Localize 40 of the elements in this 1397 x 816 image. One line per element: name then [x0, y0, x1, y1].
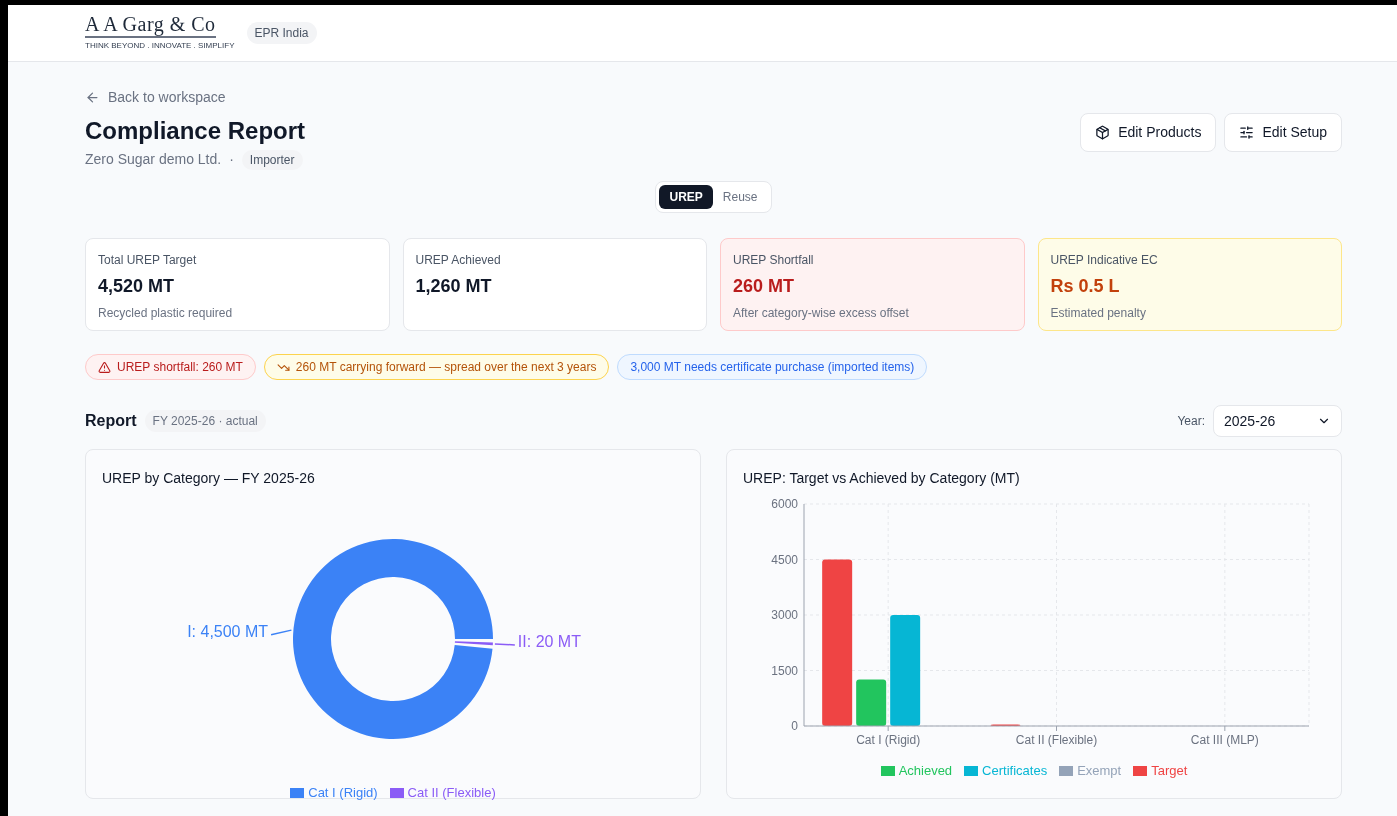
stat-value: 260 MT — [733, 275, 796, 298]
stat-note: Recycled plastic required — [98, 305, 234, 322]
slice-label: II: 20 MT — [517, 632, 581, 650]
x-tick-label: Cat III (MLP) — [1190, 733, 1259, 747]
section-title: Report — [85, 411, 137, 431]
stat-note: After category-wise excess offset — [733, 305, 910, 322]
slice-label: I: 4,500 MT — [187, 622, 269, 640]
app-badge: EPR India — [246, 22, 317, 44]
legend-label: Target — [1151, 762, 1188, 780]
legend-label: Cat I (Rigid) — [308, 784, 378, 802]
y-tick-label: 6000 — [771, 497, 798, 511]
alert-pill: 260 MT carrying forward — spread over the next 3 years — [263, 354, 610, 380]
legend-label: Exempt — [1077, 762, 1122, 780]
alert-pill: 3,000 MT needs certificate purchase (imported items) — [617, 354, 928, 380]
legend-label: Certificates — [982, 762, 1048, 780]
company-name: Zero Sugar demo Ltd. — [85, 150, 222, 169]
stat-label: UREP Indicative EC — [1050, 252, 1159, 269]
separator-dot: · — [229, 150, 234, 169]
y-tick-label: 0 — [791, 719, 798, 733]
stat-value: Rs 0.5 L — [1050, 275, 1121, 298]
y-tick-label: 3000 — [771, 608, 798, 622]
fy-badge: FY 2025-26 · actual — [144, 410, 266, 432]
stat-value: 1,260 MT — [415, 275, 493, 298]
x-tick-label: Cat I (Rigid) — [856, 733, 921, 747]
legend-label: Cat II (Flexible) — [407, 784, 496, 802]
chart-title: UREP by Category — FY 2025-26 — [102, 469, 316, 488]
y-tick-label: 1500 — [771, 663, 798, 678]
stat-label: Total UREP Target — [98, 252, 198, 269]
legend-label: Achieved — [898, 762, 953, 780]
company-type-badge: Importer — [241, 149, 303, 170]
stat-label: UREP Achieved — [415, 252, 502, 269]
stat-label: UREP Shortfall — [733, 252, 815, 269]
page-title: Compliance Report — [85, 116, 306, 146]
x-tick-label: Cat II (Flexible) — [1015, 733, 1098, 747]
y-tick-label: 4500 — [771, 552, 798, 567]
year-label: Year: — [1177, 413, 1205, 430]
chart-title: UREP: Target vs Achieved by Category (MT) — [743, 469, 1021, 488]
stat-value: 4,520 MT — [98, 275, 176, 298]
alert-pill: UREP shortfall: 260 MT — [85, 354, 256, 380]
stat-note: Estimated penalty — [1050, 305, 1147, 322]
